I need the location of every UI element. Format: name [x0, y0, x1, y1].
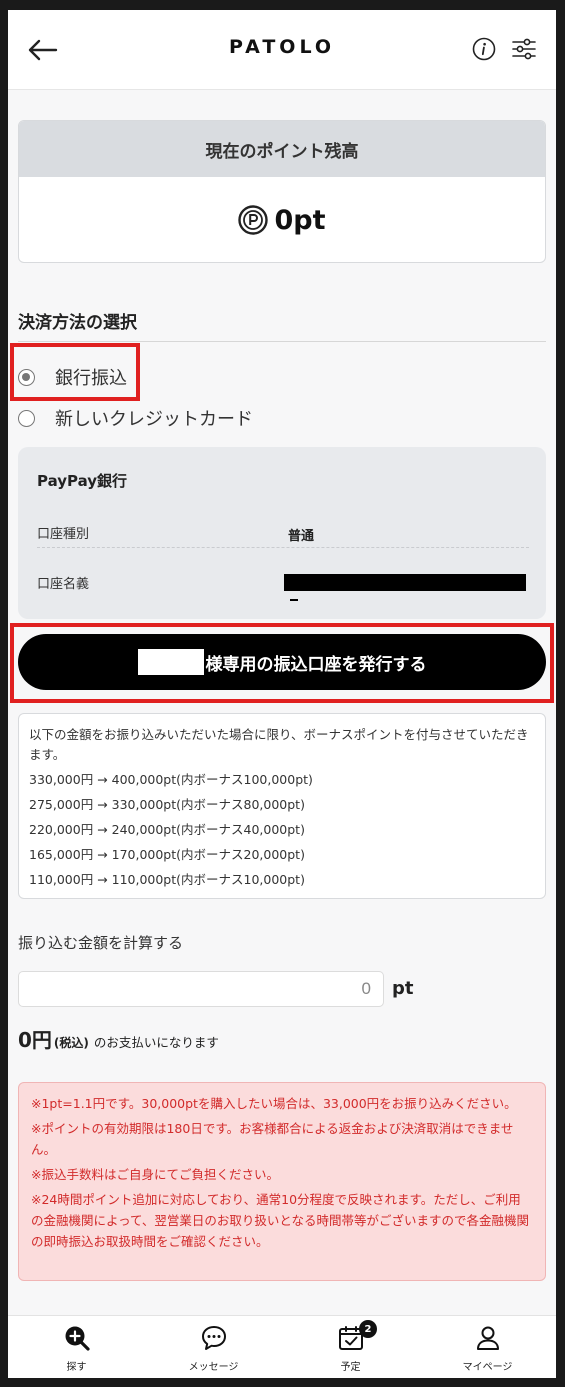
bank-divider — [37, 547, 529, 548]
user-icon — [476, 1326, 499, 1350]
bonus-tier: 220,000円 → 240,000pt(内ボーナス40,000pt) — [29, 822, 305, 837]
app-header: PATOLO — [8, 10, 556, 90]
balance-title: 現在のポイント残高 — [19, 121, 545, 177]
point-amount-input[interactable] — [18, 971, 384, 1007]
bottom-nav: 探す メッセージ 2 予定 マイページ — [8, 1315, 556, 1378]
payment-tax-label: (税込) — [53, 1036, 89, 1050]
bonus-tier: 110,000円 → 110,000pt(内ボーナス10,000pt) — [29, 872, 305, 887]
payment-method-title: 決済方法の選択 — [18, 313, 137, 333]
search-plus-icon — [65, 1326, 90, 1351]
info-icon — [472, 37, 496, 61]
highlight-annotation — [10, 623, 554, 703]
redacted-account-name — [284, 574, 526, 591]
nav-label: マイページ — [462, 1362, 513, 1373]
note-item: ※1pt=1.1円です。30,000ptを購入したい場合は、33,000円をお振… — [31, 1096, 517, 1111]
chat-bubble-icon — [201, 1326, 226, 1350]
notification-badge: 2 — [359, 1320, 377, 1338]
bank-info-card: PayPay銀行 口座種別 普通 口座名義 — [18, 447, 546, 619]
nav-item-messages[interactable]: メッセージ — [145, 1316, 282, 1378]
nav-label: 探す — [66, 1362, 87, 1373]
filter-button[interactable] — [511, 37, 537, 61]
note-item: ※振込手数料はご自身にてご負担ください。 — [31, 1167, 279, 1182]
payment-option-label: 新しいクレジットカード — [55, 409, 253, 430]
nav-item-mypage[interactable]: マイページ — [419, 1316, 556, 1378]
redacted-account-name-tail — [290, 599, 298, 601]
calculator-title: 振り込む金額を計算する — [18, 934, 184, 952]
nav-item-search[interactable]: 探す — [8, 1316, 145, 1378]
balance-body: 0pt — [19, 177, 545, 262]
note-item: ※24時間ポイント追加に対応しており、通常10分程度で反映されます。ただし、ご利… — [31, 1192, 530, 1249]
nav-label: 予定 — [340, 1362, 361, 1373]
section-divider — [18, 341, 546, 342]
account-type-label: 口座種別 — [37, 527, 90, 542]
bonus-tier: 275,000円 → 330,000pt(内ボーナス80,000pt) — [29, 797, 305, 812]
point-coin-icon — [238, 205, 269, 235]
payment-summary: 0円 (税込) のお支払いになります — [18, 1024, 219, 1053]
bonus-info-box: 以下の金額をお振り込みいただいた場合に限り、ボーナスポイントを付与させていただき… — [18, 713, 546, 899]
bonus-tier: 165,000円 → 170,000pt(内ボーナス20,000pt) — [29, 847, 305, 862]
bank-name: PayPay銀行 — [37, 472, 128, 490]
highlight-annotation — [10, 343, 140, 401]
nav-item-schedule[interactable]: 2 予定 — [282, 1316, 419, 1378]
account-name-label: 口座名義 — [37, 577, 90, 592]
note-item: ※ポイントの有効期限は180日です。お客様都合による返金および決済取消はできませ… — [31, 1121, 514, 1157]
notes-box: ※1pt=1.1円です。30,000ptを購入したい場合は、33,000円をお振… — [18, 1082, 546, 1281]
account-type-value: 普通 — [288, 529, 315, 544]
radio-unchecked[interactable] — [18, 409, 35, 427]
info-button[interactable] — [472, 37, 496, 61]
payment-suffix: のお支払いになります — [93, 1035, 219, 1050]
bonus-intro: 以下の金額をお振り込みいただいた場合に限り、ボーナスポイントを付与させていただき… — [29, 727, 529, 762]
payment-amount: 0円 — [18, 1028, 52, 1052]
point-balance-card: 現在のポイント残高 0pt — [18, 120, 546, 263]
balance-value: 0pt — [274, 204, 326, 236]
nav-label: メッセージ — [188, 1362, 239, 1373]
payment-option-credit-card[interactable]: 新しいクレジットカード — [18, 405, 253, 431]
point-unit: pt — [392, 978, 414, 999]
screen: PATOLO 現在のポイント残高 0pt 決済方法の選択 銀行振込 新しいクレジ… — [8, 10, 556, 1378]
bonus-tier: 330,000円 → 400,000pt(内ボーナス100,000pt) — [29, 772, 313, 787]
sliders-icon — [512, 38, 536, 60]
